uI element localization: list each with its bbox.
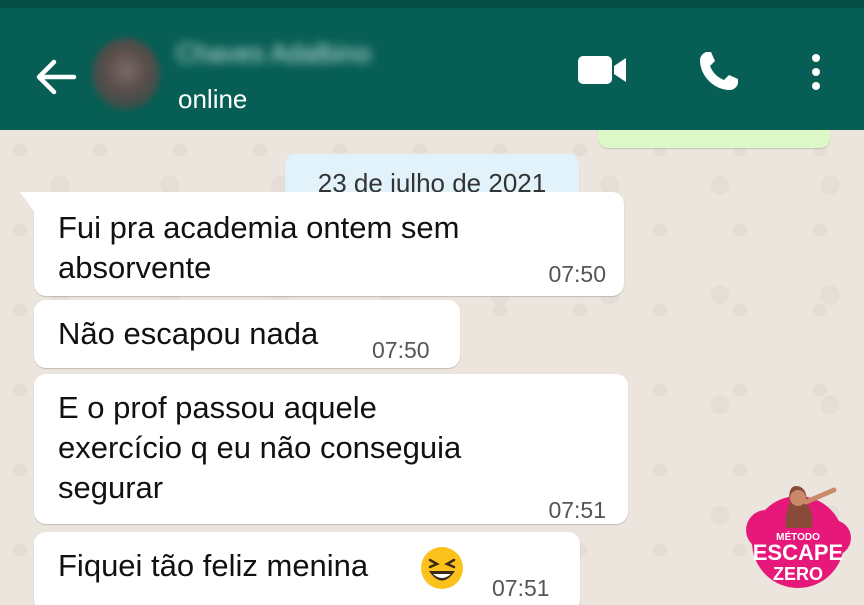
back-arrow-icon[interactable] <box>30 52 80 102</box>
message-bubble[interactable]: Fui pra academia ontem sem absorvente 07… <box>20 192 624 296</box>
laughing-face-icon <box>421 547 463 589</box>
video-call-icon[interactable] <box>576 52 628 88</box>
avatar[interactable] <box>92 38 160 110</box>
message-time: 07:50 <box>372 337 430 363</box>
status-bar <box>0 0 864 8</box>
message-time: 07:51 <box>492 575 550 601</box>
message-text: Fiquei tão feliz menina <box>58 548 369 583</box>
logo-line2: ESCAPE <box>753 540 843 565</box>
chat-header: Chaves Adalbino online <box>0 8 864 130</box>
phone-icon[interactable] <box>694 48 742 96</box>
more-menu-icon[interactable] <box>804 48 828 96</box>
message-bubble[interactable]: E o prof passou aquele exercício q eu nã… <box>34 374 628 524</box>
contact-status: online <box>178 84 248 114</box>
message-text: Fui pra academia ontem sem absorvente <box>58 210 460 285</box>
contact-name[interactable]: Chaves Adalbino <box>176 38 416 68</box>
message-text: Não escapou nada <box>58 316 319 351</box>
message-bubble[interactable]: Fiquei tão feliz menina 07:51 <box>34 532 580 605</box>
bubble-tail <box>20 192 36 214</box>
message-time: 07:50 <box>548 261 606 287</box>
logo-line3: ZERO <box>773 564 823 584</box>
message-text: E o prof passou aquele exercício q eu nã… <box>58 390 462 505</box>
message-time: 07:51 <box>548 497 606 523</box>
outgoing-message-partial <box>598 130 830 148</box>
chat-area[interactable]: 23 de julho de 2021 Fui pra academia ont… <box>0 130 864 605</box>
metodo-escape-zero-logo: MÉTODO ESCAPE ZERO <box>746 486 851 588</box>
message-bubble[interactable]: Não escapou nada 07:50 <box>34 300 460 368</box>
